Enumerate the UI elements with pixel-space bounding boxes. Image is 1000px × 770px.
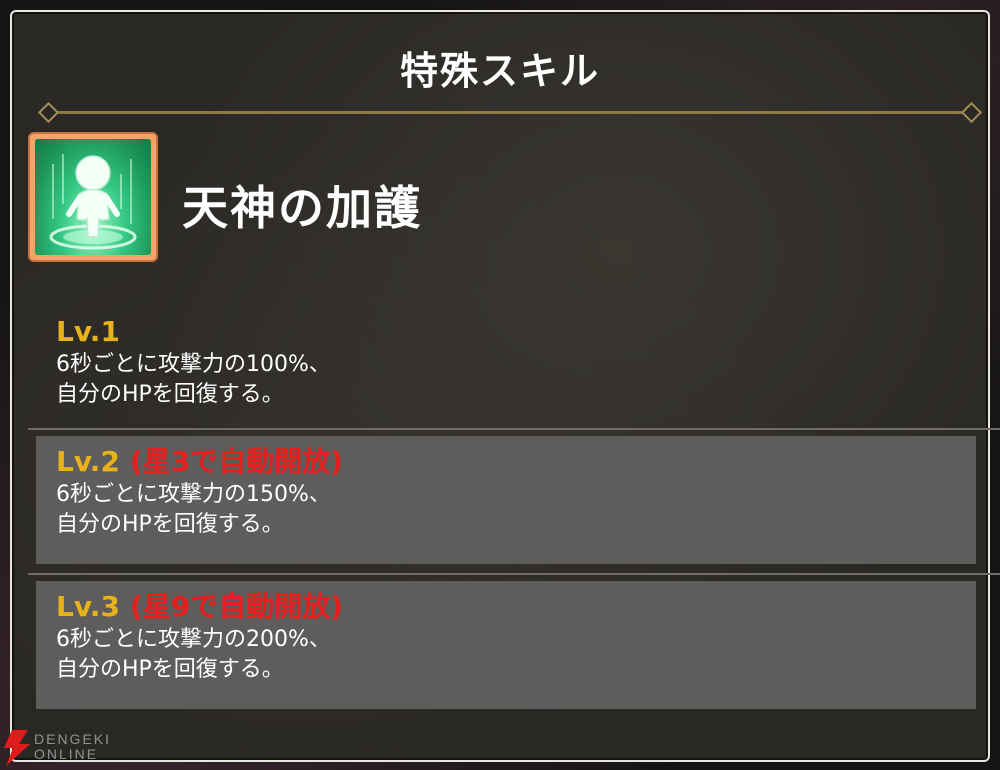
- watermark-line2: ONLINE: [34, 746, 99, 762]
- row-divider: [28, 573, 1000, 575]
- ornamental-divider: [37, 101, 983, 124]
- watermark: DENGEKI ONLINE: [2, 728, 152, 768]
- panel-title: 特殊スキル: [399, 49, 600, 93]
- level-description: 6秒ごとに攻撃力の150%、 自分のHPを回復する。: [56, 482, 331, 537]
- level-header: Lv.1: [56, 314, 956, 350]
- green-aura-character-icon: [35, 139, 151, 255]
- diamond-ornament-icon: [960, 101, 983, 124]
- skill-level-row: Lv.1 6秒ごとに攻撃力の100%、 自分のHPを回復する。: [36, 306, 976, 426]
- diamond-ornament-icon: [37, 101, 60, 124]
- divider-line: [56, 111, 964, 114]
- level-header: Lv.3 (星9で自動開放): [56, 589, 956, 625]
- level-label: Lv.2: [56, 445, 120, 478]
- row-divider: [28, 428, 1000, 430]
- lightning-logo-icon: [4, 730, 30, 766]
- level-label: Lv.3: [56, 590, 120, 623]
- level-description: 6秒ごとに攻撃力の100%、 自分のHPを回復する。: [56, 352, 331, 407]
- level-description: 6秒ごとに攻撃力の200%、 自分のHPを回復する。: [56, 627, 331, 682]
- level-header: Lv.2 (星3で自動開放): [56, 444, 956, 480]
- unlock-condition: (星3で自動開放): [129, 445, 344, 478]
- skill-level-row: Lv.3 (星9で自動開放) 6秒ごとに攻撃力の200%、 自分のHPを回復する。: [36, 581, 976, 709]
- skill-level-row: Lv.2 (星3で自動開放) 6秒ごとに攻撃力の150%、 自分のHPを回復する。: [36, 436, 976, 564]
- skill-name: 天神の加護: [182, 181, 422, 235]
- watermark-text: DENGEKI ONLINE: [34, 732, 111, 762]
- level-label: Lv.1: [56, 315, 120, 348]
- skill-panel: 特殊スキル 天神の加護 Lv.1 6秒ごとに攻撃力の100%、 自分のHPを回復…: [10, 10, 1000, 762]
- watermark-line1: DENGEKI: [34, 731, 112, 747]
- skill-icon: [30, 134, 156, 260]
- unlock-condition: (星9で自動開放): [129, 590, 344, 623]
